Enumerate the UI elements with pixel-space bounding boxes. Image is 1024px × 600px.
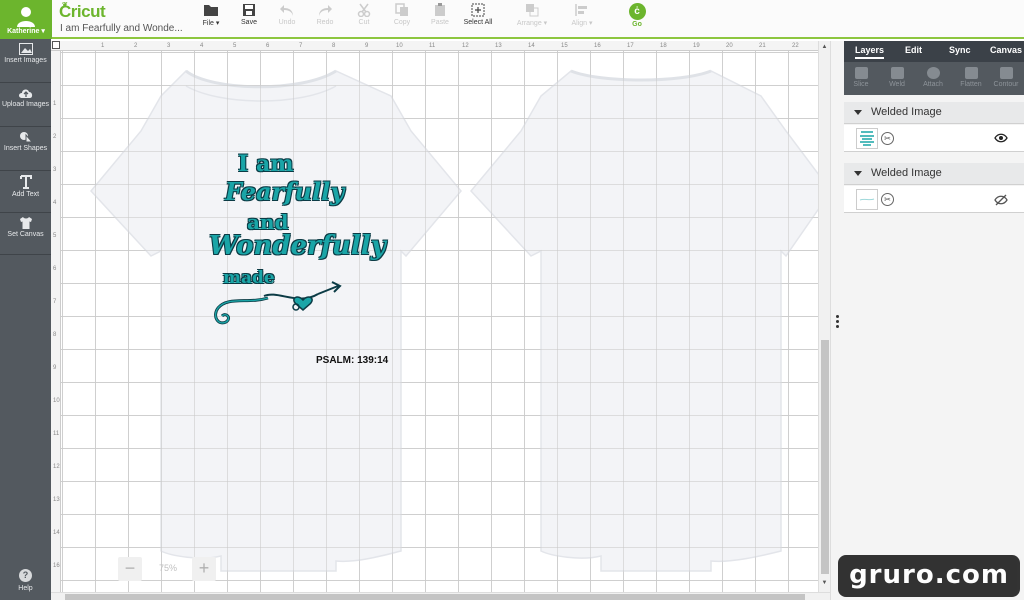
undo-button[interactable]: Undo — [267, 3, 307, 35]
design-verse-reference: PSALM: 139:14 — [316, 355, 389, 366]
more-vertical-icon — [836, 315, 839, 330]
tab-sync[interactable]: Sync — [949, 45, 971, 55]
cricut-design-space: Katherine ▾ ❦ Cricut I am Fearfully and W… — [0, 0, 1024, 600]
upload-images-button[interactable]: Upload Images — [0, 83, 51, 127]
contour-button[interactable]: Contour — [990, 65, 1022, 88]
user-menu[interactable]: Katherine ▾ — [0, 0, 52, 39]
cut-button[interactable]: Cut — [344, 3, 384, 35]
scroll-down-icon[interactable]: ▼ — [819, 577, 830, 589]
redo-button[interactable]: Redo — [305, 3, 345, 35]
tab-layers[interactable]: Layers — [855, 45, 885, 59]
flatten-button[interactable]: Flatten — [955, 65, 987, 88]
upload-cloud-icon — [18, 89, 32, 98]
horizontal-scrollbar[interactable] — [51, 592, 830, 600]
help-icon: ? — [19, 569, 32, 582]
copy-icon — [395, 3, 408, 16]
go-button[interactable]: ċ Go — [624, 3, 650, 28]
layer-row[interactable]: ✂ — [844, 186, 1024, 213]
layers-panel: Layers Edit Sync Canvas Slice Weld Attac… — [844, 41, 1024, 600]
cricut-logo: ❦ Cricut — [59, 2, 106, 21]
copy-button[interactable]: Copy — [382, 3, 422, 35]
attach-icon — [926, 67, 940, 79]
layer-group-header[interactable]: Welded Image — [844, 163, 1024, 185]
design-line-i-am: I am — [238, 151, 294, 177]
paste-icon — [435, 3, 445, 16]
design-line-fearfully: Fearfully — [225, 177, 345, 206]
shapes-icon — [19, 132, 33, 143]
panel-resize-handle[interactable] — [830, 41, 844, 600]
layer-group-header[interactable]: Welded Image — [844, 102, 1024, 124]
select-all-icon — [471, 3, 485, 17]
zoom-controls: − 75% + — [118, 557, 218, 581]
collapse-triangle-icon[interactable] — [854, 171, 862, 176]
layer-thumbnail — [856, 189, 878, 210]
heart-arrow-flourish — [214, 281, 342, 325]
zoom-in-button[interactable]: + — [192, 557, 216, 581]
add-text-button[interactable]: Add Text — [0, 171, 51, 213]
tab-canvas[interactable]: Canvas — [990, 45, 1022, 55]
save-button[interactable]: Save — [229, 3, 269, 35]
slice-button[interactable]: Slice — [845, 65, 877, 88]
design-line-wonderfully: Wonderfully — [209, 231, 386, 261]
text-icon — [19, 175, 32, 189]
scissors-icon — [357, 3, 371, 17]
folder-icon — [204, 5, 218, 16]
scroll-up-icon[interactable]: ▲ — [819, 41, 830, 53]
shirt-icon — [19, 217, 32, 229]
eye-hidden-icon[interactable] — [994, 194, 1008, 206]
vertical-scroll-thumb[interactable] — [821, 340, 829, 574]
set-canvas-button[interactable]: Set Canvas — [0, 213, 51, 255]
zoom-out-button[interactable]: − — [118, 557, 142, 581]
slice-icon — [854, 67, 868, 79]
arrange-menu-button[interactable]: Arrange ▾ — [510, 3, 554, 35]
select-all-button[interactable]: Select All — [458, 3, 498, 35]
layer-row[interactable]: ✂ — [844, 125, 1024, 152]
go-icon: ċ — [628, 3, 646, 20]
arrange-icon — [526, 4, 539, 17]
align-icon — [575, 4, 587, 16]
flatten-icon — [964, 67, 978, 79]
scissors-operation-icon[interactable]: ✂ — [881, 132, 894, 145]
design-canvas[interactable]: 1 2 3 4 5 6 7 8 9 10 11 12 13 14 15 16 1… — [51, 41, 818, 592]
tab-edit[interactable]: Edit — [905, 45, 922, 55]
vertical-scrollbar[interactable]: ▲ ▼ — [818, 41, 830, 592]
paste-button[interactable]: Paste — [420, 3, 460, 35]
align-menu-button[interactable]: Align ▾ — [562, 3, 602, 35]
weld-icon — [890, 67, 904, 79]
insert-shapes-button[interactable]: Insert Shapes — [0, 127, 51, 171]
top-toolbar: Katherine ▾ ❦ Cricut I am Fearfully and W… — [0, 0, 1024, 39]
eye-visible-icon[interactable] — [994, 133, 1008, 143]
redo-icon — [319, 5, 332, 16]
undo-icon — [280, 5, 293, 16]
layer-thumbnail — [856, 128, 878, 149]
user-avatar-icon — [17, 7, 35, 27]
layer-group-name: Welded Image — [871, 167, 942, 179]
panel-tabs: Layers Edit Sync Canvas — [844, 41, 1024, 62]
collapse-triangle-icon[interactable] — [854, 110, 862, 115]
user-name: Katherine ▾ — [7, 28, 45, 35]
save-icon — [243, 4, 255, 16]
help-button[interactable]: ? Help — [0, 565, 51, 592]
panel-tools: Slice Weld Attach Flatten Contour — [844, 62, 1024, 95]
left-sidebar: Insert Images Upload Images Insert Shape… — [0, 39, 51, 600]
watermark: gruro.com — [838, 555, 1020, 597]
file-menu-button[interactable]: File ▾ — [191, 3, 231, 35]
insert-images-button[interactable]: Insert Images — [0, 39, 51, 83]
attach-button[interactable]: Attach — [917, 65, 949, 88]
scissors-operation-icon[interactable]: ✂ — [881, 193, 894, 206]
weld-button[interactable]: Weld — [881, 65, 913, 88]
layer-group-name: Welded Image — [871, 106, 942, 118]
design-fearfully-wonderfully[interactable]: I am Fearfully and Wonderfully made PSAL… — [51, 41, 818, 592]
image-icon — [18, 43, 33, 55]
contour-icon — [999, 67, 1013, 79]
horizontal-scroll-thumb[interactable] — [65, 594, 805, 600]
zoom-level: 75% — [158, 563, 177, 573]
project-title: I am Fearfully and Wonde... — [60, 23, 183, 34]
